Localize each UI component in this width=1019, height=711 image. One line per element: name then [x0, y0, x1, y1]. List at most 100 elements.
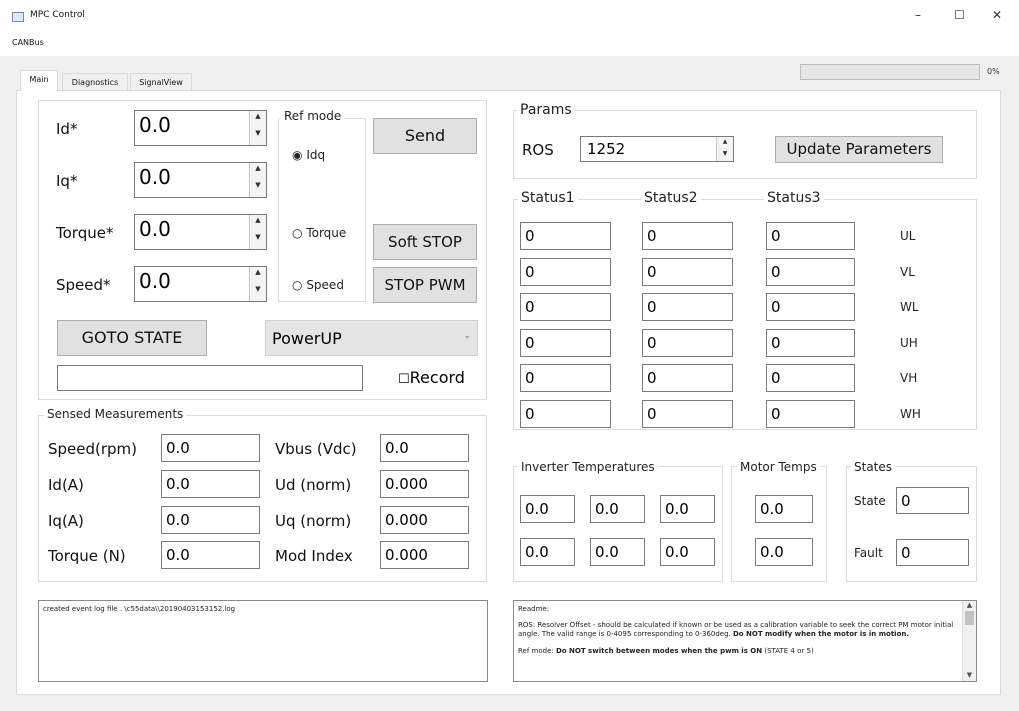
- status-field[interactable]: 0: [766, 328, 855, 357]
- sensed-label: Torque (N): [48, 547, 126, 565]
- spin-down-icon[interactable]: ▼: [249, 284, 266, 301]
- scroll-down-icon[interactable]: ▼: [963, 671, 976, 679]
- readme-scrollbar[interactable]: ▲ ▼: [962, 601, 976, 681]
- tab-signalview[interactable]: SignalView: [130, 73, 192, 91]
- update-parameters-button[interactable]: Update Parameters: [775, 136, 943, 163]
- sensed-field[interactable]: 0.0: [161, 541, 260, 569]
- inverter-temp-field[interactable]: 0.0: [520, 538, 575, 566]
- scroll-up-icon[interactable]: ▲: [963, 601, 976, 609]
- menu-canbus[interactable]: CANBus: [12, 38, 44, 47]
- ros-label: ROS: [522, 141, 554, 159]
- spin-down-icon[interactable]: ▼: [716, 149, 733, 161]
- send-button[interactable]: Send: [373, 118, 477, 154]
- spin-down-icon[interactable]: ▼: [249, 232, 266, 249]
- iq-spinbox[interactable]: 0.0 ▲ ▼: [134, 162, 267, 198]
- fault-field[interactable]: 0: [896, 539, 969, 566]
- goto-state-button[interactable]: GOTO STATE: [57, 320, 207, 356]
- sensed-label: Ud (norm): [275, 476, 352, 494]
- status-field[interactable]: 0: [642, 328, 733, 357]
- spin-up-icon[interactable]: ▲: [249, 267, 266, 284]
- stop-pwm-button[interactable]: STOP PWM: [373, 267, 477, 303]
- readme-refmode-text: Ref mode:: [518, 647, 556, 655]
- chevron-down-icon: ⌄: [463, 331, 471, 341]
- status-field[interactable]: 0: [520, 328, 611, 357]
- command-input[interactable]: [57, 365, 363, 391]
- tab-main[interactable]: Main: [20, 70, 58, 91]
- inverter-temp-field[interactable]: 0.0: [520, 495, 575, 523]
- radio-torque-label: Torque: [306, 226, 347, 240]
- spin-up-icon[interactable]: ▲: [716, 137, 733, 149]
- status-row-label: UH: [900, 335, 918, 350]
- status-field[interactable]: 0: [642, 399, 733, 428]
- scroll-thumb[interactable]: [965, 611, 974, 625]
- event-log-textarea[interactable]: created event log file . \c55data\\20190…: [38, 600, 488, 682]
- status-field[interactable]: 0: [766, 222, 855, 250]
- state-field[interactable]: 0: [896, 487, 969, 514]
- spin-up-icon[interactable]: ▲: [249, 111, 266, 128]
- tab-diagnostics[interactable]: Diagnostics: [62, 73, 128, 91]
- radio-speed[interactable]: ○ Speed: [292, 278, 344, 292]
- id-spinbox[interactable]: 0.0 ▲ ▼: [134, 110, 267, 146]
- status-field[interactable]: 0: [520, 222, 611, 250]
- minimize-icon[interactable]: –: [915, 8, 921, 22]
- radio-idq[interactable]: ◉ Idq: [292, 148, 325, 162]
- inverter-temp-field[interactable]: 0.0: [660, 495, 715, 523]
- sensed-field[interactable]: 0.000: [380, 506, 469, 534]
- status-field[interactable]: 0: [642, 257, 733, 286]
- readme-refmode-warning: Do NOT switch between modes when the pwm…: [555, 647, 763, 655]
- spin-up-icon[interactable]: ▲: [249, 215, 266, 232]
- state-select-value: PowerUP: [272, 329, 342, 348]
- ref-mode-title: Ref mode: [281, 109, 345, 123]
- motor-temps-title: Motor Temps: [737, 460, 820, 474]
- readme-paragraph: Ref mode: Do NOT switch between modes wh…: [518, 647, 958, 656]
- status-field[interactable]: 0: [520, 364, 611, 392]
- spin-up-icon[interactable]: ▲: [249, 163, 266, 180]
- inverter-temp-field[interactable]: 0.0: [660, 538, 715, 566]
- status-field[interactable]: 0: [520, 399, 611, 428]
- fault-label: Fault: [854, 546, 883, 560]
- close-icon[interactable]: ✕: [992, 8, 1002, 22]
- sensed-field[interactable]: 0.0: [380, 434, 469, 462]
- record-checkbox[interactable]: ☐Record: [398, 368, 465, 387]
- status-field[interactable]: 0: [766, 293, 855, 321]
- sensed-label: Vbus (Vdc): [275, 440, 357, 458]
- status-field[interactable]: 0: [520, 257, 611, 286]
- sensed-field[interactable]: 0.000: [380, 541, 469, 569]
- status-field[interactable]: 0: [520, 293, 611, 321]
- maximize-icon[interactable]: ☐: [954, 8, 965, 22]
- spin-down-icon[interactable]: ▼: [249, 180, 266, 197]
- soft-stop-button[interactable]: Soft STOP: [373, 224, 477, 260]
- torque-label: Torque*: [56, 224, 114, 242]
- status-field[interactable]: 0: [766, 257, 855, 286]
- sensed-field[interactable]: 0.000: [380, 470, 469, 498]
- spin-down-icon[interactable]: ▼: [249, 128, 266, 145]
- status-field[interactable]: 0: [642, 293, 733, 321]
- status-field[interactable]: 0: [642, 364, 733, 392]
- status-field[interactable]: 0: [642, 222, 733, 250]
- motor-temp-field[interactable]: 0.0: [755, 495, 813, 523]
- params-title: Params: [517, 102, 575, 118]
- speed-spinbox[interactable]: 0.0 ▲ ▼: [134, 266, 267, 302]
- radio-torque[interactable]: ○ Torque: [292, 226, 346, 240]
- status-field[interactable]: 0: [766, 364, 855, 392]
- status-row-label: VL: [900, 264, 915, 279]
- status-row-label: WH: [900, 406, 921, 421]
- motor-temp-field[interactable]: 0.0: [755, 538, 813, 566]
- status-row-label: UL: [900, 229, 916, 243]
- state-select[interactable]: PowerUP ⌄: [265, 320, 478, 356]
- inverter-temp-field[interactable]: 0.0: [590, 538, 645, 566]
- iq-value: 0.0: [139, 165, 171, 189]
- app-window: MPC Control – ☐ ✕ CANBus Main Diagnostic…: [0, 0, 1019, 711]
- ros-spinbox[interactable]: 1252 ▲ ▼: [580, 136, 734, 162]
- radio-selected-icon: ◉: [292, 148, 303, 162]
- inverter-temp-field[interactable]: 0.0: [590, 495, 645, 523]
- record-label: Record: [409, 368, 465, 387]
- sensed-field[interactable]: 0.0: [161, 470, 260, 498]
- status-field[interactable]: 0: [766, 399, 855, 428]
- torque-spinbox[interactable]: 0.0 ▲ ▼: [134, 214, 267, 250]
- sensed-field[interactable]: 0.0: [161, 506, 260, 534]
- title-bar: MPC Control – ☐ ✕: [0, 0, 1019, 34]
- radio-empty-icon: ○: [292, 226, 303, 240]
- sensed-field[interactable]: 0.0: [161, 434, 260, 462]
- readme-textarea[interactable]: Readme: ROS: Resolver Offset - should be…: [513, 600, 977, 682]
